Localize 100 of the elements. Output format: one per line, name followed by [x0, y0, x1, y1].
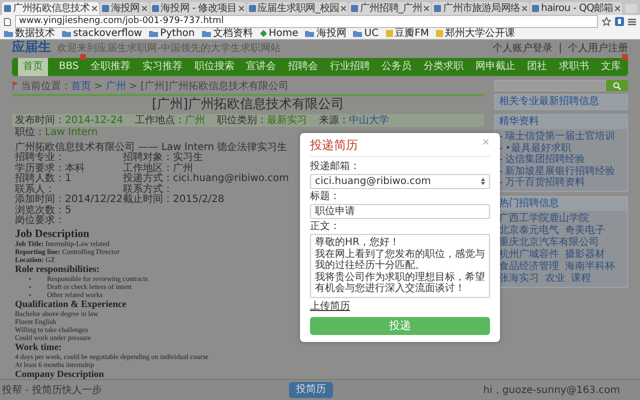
nav-item[interactable]: 求职书	[558, 59, 590, 75]
close-button[interactable]: ×	[482, 138, 490, 148]
page-icon	[436, 30, 443, 37]
extension-icon	[615, 17, 624, 26]
close-icon	[142, 6, 147, 11]
search-button[interactable]	[606, 80, 628, 91]
user-greeting: hi，guoze-sunny@163.com	[482, 384, 620, 397]
bookmark-link[interactable]: 数据技术	[4, 28, 55, 39]
subject-field[interactable]: 职位申请	[310, 204, 490, 219]
bookmark-link[interactable]: UC	[353, 28, 379, 39]
folder-icon	[202, 30, 211, 37]
nav-item[interactable]: 实习推荐	[141, 59, 184, 75]
message-field[interactable]: 尊敬的HR，您好！ 我在网上看到了您发布的职位，感觉与我的过往经历十分匹配。 我将贵公司作为求职的理想目标，希望有机会与您进行深入交流面谈讨！	[310, 234, 490, 298]
bookmark-link[interactable]: 文档资料	[202, 28, 253, 39]
browser-tab[interactable]: 广州市旅游局网络	[432, 2, 530, 15]
search-field[interactable]	[494, 80, 606, 91]
article-link[interactable]: 万千百货招聘资料	[505, 177, 585, 188]
site-logo[interactable]: 应届生	[12, 40, 51, 56]
browser-tab[interactable]: 广州招聘_广州	[349, 2, 432, 15]
dialog-title: 投递简历	[310, 138, 358, 153]
section-heading: Role responsibilities:	[15, 264, 101, 274]
job-tag-link[interactable]: 张海实习	[499, 272, 539, 284]
article-link[interactable]: 瑞士信贷第一届士官培训	[505, 131, 615, 142]
position-field: 职位：Law Intern	[15, 128, 300, 138]
close-icon	[424, 6, 430, 11]
section-heading: Job Description	[15, 228, 90, 240]
folder-icon	[149, 30, 158, 37]
panel-title: 精华资料	[495, 115, 627, 129]
breadcrumb-link[interactable]: 首页	[71, 80, 91, 92]
account-link[interactable]: 个人账户登录	[492, 41, 553, 55]
email-select[interactable]: cici.huang@ribiwo.com	[310, 174, 490, 189]
bookmark-link[interactable]: stackoverflow	[62, 28, 142, 39]
bookmark-link[interactable]: 郑州大学公开课	[436, 28, 515, 39]
meta-field: 职位类别：最新实习	[217, 115, 308, 126]
pin-icon	[12, 80, 19, 90]
diamond-icon	[260, 30, 267, 37]
breadcrumb-link[interactable]: 广州	[106, 80, 126, 92]
browser-tab[interactable]: 应届生求职网_校园	[246, 2, 348, 15]
job-field: 招聘专业：	[15, 153, 123, 164]
browser-tab[interactable]: hairou - QQ邮箱	[530, 2, 622, 15]
address-field[interactable]: www.yingjiesheng.com/job-001-979-737.html	[15, 15, 598, 28]
meta-field: 工作地点：广州	[135, 115, 206, 126]
job-tag-link[interactable]: 食品经济管理	[499, 260, 559, 272]
close-icon	[615, 6, 620, 11]
bookmark-link[interactable]: 海投网	[305, 28, 346, 39]
nav-item[interactable]: BBS	[58, 59, 80, 75]
browser-tab[interactable]: 广州拓欧信息技术	[2, 2, 99, 15]
job-tag-link[interactable]: 奇美电子	[565, 224, 605, 236]
nav-item[interactable]: 团社	[526, 59, 548, 75]
job-tag-link[interactable]: 海南半科杯	[565, 260, 615, 272]
menu-icon	[628, 18, 636, 26]
nav-item[interactable]: 公务员	[380, 59, 413, 75]
close-icon	[92, 6, 97, 11]
job-field: 截止时间：2015/2/28	[123, 195, 224, 206]
meta-field: 来源：中山大学	[319, 115, 390, 126]
updown-arrows-icon	[481, 178, 485, 185]
job-field: 招聘人数：1	[15, 174, 123, 184]
search-icon	[613, 82, 621, 90]
folder-icon	[353, 30, 362, 37]
job-tag-link[interactable]: 广西工学院鹿山学院	[499, 212, 589, 224]
select-value: cici.huang@ribiwo.com	[315, 175, 431, 188]
article-link[interactable]: 新加坡星展银行招聘经验	[505, 166, 615, 177]
job-summary: 广州拓欧信息技术有限公司 —— Law Intern 德企法律实习生	[15, 142, 288, 152]
submit-button[interactable]: 投递	[310, 316, 490, 334]
nav-item[interactable]: 网申截止	[474, 59, 516, 75]
job-tag-link[interactable]: 北京泰元电气	[499, 224, 559, 236]
message-paragraph: 我在网上看到了您发布的职位，感觉与我的过往经历十分匹配。	[315, 248, 485, 272]
job-tag-link[interactable]: 农业	[545, 272, 565, 284]
nav-item[interactable]: 行业招聘	[328, 59, 371, 75]
nav-item[interactable]: 全职推荐	[90, 59, 132, 75]
breadcrumb: 当前位置：首页 > 广州 > [广州]广州拓欧信息技术有限公司	[21, 80, 288, 92]
nav-item[interactable]: 招聘会	[286, 59, 319, 75]
page-icon	[532, 5, 540, 12]
job-field: 浏览次数：5	[15, 206, 123, 216]
nav-item[interactable]: 宣讲会	[245, 59, 278, 75]
browser-tab[interactable]: 海投网 - 修改项目	[150, 2, 246, 15]
job-tag-link[interactable]: 课程	[571, 272, 591, 284]
folder-icon	[305, 30, 314, 37]
article-link[interactable]: •最具最好求职	[505, 142, 571, 154]
bookmark-link[interactable]: 豆瓣FM	[386, 28, 429, 39]
nav-item[interactable]: 分类求职	[422, 59, 464, 75]
source-link[interactable]: 中山大学	[349, 115, 390, 126]
submit-resume-button[interactable]: 投简历	[289, 382, 333, 398]
article-link[interactable]: 达信集团招聘经验	[505, 154, 585, 166]
close-icon	[341, 6, 346, 11]
upload-link[interactable]: 上传简历	[310, 300, 350, 312]
page-icon	[248, 5, 256, 12]
nav-item[interactable]: 文库	[600, 59, 622, 75]
page-icon	[351, 5, 358, 12]
nav-item[interactable]: 首页	[18, 58, 48, 76]
site-tagline: 欢迎来到应届生求职网-中国领先的大学生求职网站	[57, 42, 282, 55]
browser-tab[interactable]: 海投网	[100, 2, 149, 15]
bookmark-link[interactable]: Home	[260, 28, 298, 39]
job-tag-link[interactable]: 重庆北京汽车有限公司	[499, 236, 599, 248]
bookmark-link[interactable]: Python	[149, 28, 195, 39]
page-icon	[434, 5, 442, 12]
job-tag-link[interactable]: 摄影器材	[565, 248, 605, 260]
folder-icon	[62, 30, 71, 37]
account-link[interactable]: 个人用户注册	[568, 41, 628, 55]
nav-item[interactable]: 职位搜索	[193, 59, 236, 75]
